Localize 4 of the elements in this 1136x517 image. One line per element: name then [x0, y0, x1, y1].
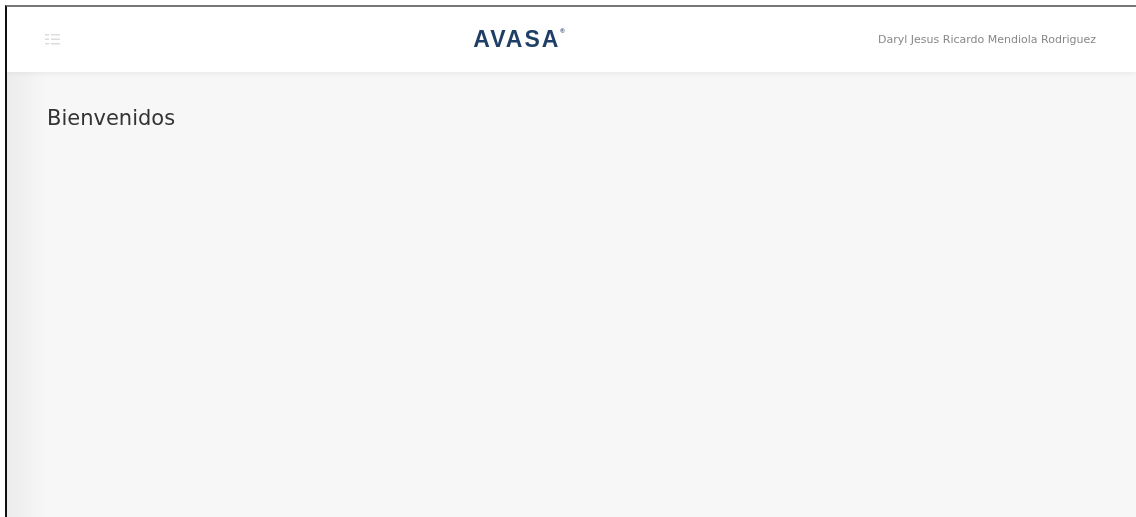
menu-icon[interactable]	[45, 34, 60, 45]
user-name[interactable]: Daryl Jesus Ricardo Mendiola Rodriguez	[878, 33, 1096, 46]
logo[interactable]: AVASA$^{®}$	[473, 26, 565, 53]
page-title: Bienvenidos	[47, 106, 177, 130]
